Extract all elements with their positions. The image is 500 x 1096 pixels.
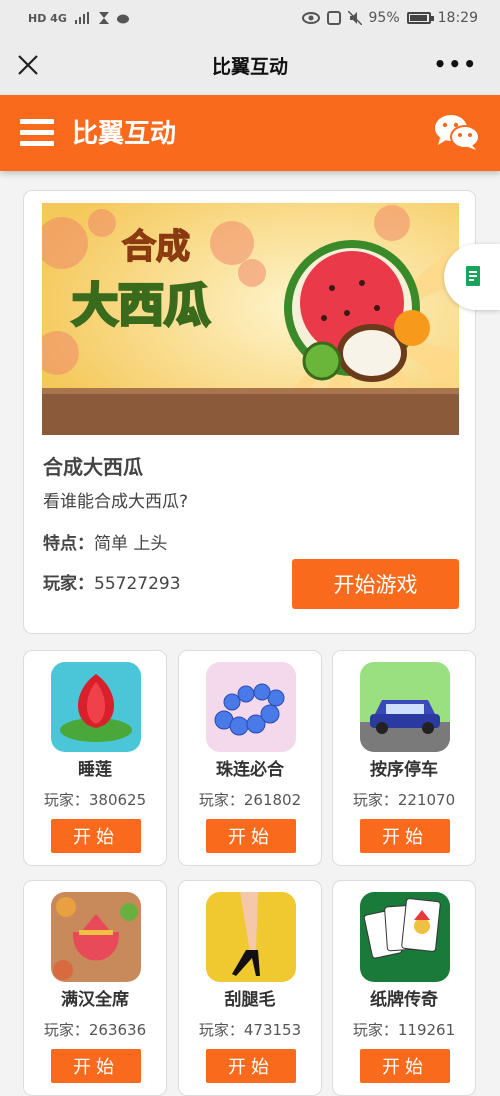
document-icon [466, 266, 480, 286]
hourglass-icon [98, 12, 109, 24]
battery-icon [406, 12, 434, 24]
brand-title: 比翼互动 [72, 119, 177, 149]
featured-game-banner[interactable]: 合成 大西瓜 [42, 203, 459, 435]
featured-game-name: 合成大西瓜 [43, 455, 143, 479]
game-card-4[interactable]: 刮腿毛 玩家：473153 开始 [178, 880, 322, 1096]
battery-percent: 95% [368, 10, 400, 26]
clock: 18:29 [437, 10, 478, 26]
game-name: 珠连必合 [216, 760, 284, 780]
close-icon[interactable] [14, 51, 42, 79]
menu-icon[interactable] [20, 119, 54, 147]
banner-text-2: 大西瓜 [72, 278, 210, 332]
eye-icon [301, 12, 320, 24]
game-players: 玩家：221070 [352, 791, 456, 809]
network-indicator: HD 4G [28, 11, 67, 25]
nfc-icon [326, 11, 341, 25]
status-right: 95% 18:29 [301, 10, 478, 26]
game-players: 玩家：263636 [43, 1021, 147, 1039]
mute-icon [347, 11, 362, 25]
start-game-button[interactable]: 开始游戏 [292, 559, 459, 609]
start-button[interactable]: 开始 [206, 1049, 296, 1083]
game-players: 玩家：261802 [198, 791, 302, 809]
game-card-5[interactable]: 纸牌传奇 玩家：119261 开始 [332, 880, 476, 1096]
players-label: 玩家： [43, 574, 94, 594]
start-button[interactable]: 开始 [206, 819, 296, 853]
card-game-icon[interactable] [360, 892, 450, 982]
signal-icon [74, 12, 89, 24]
features-label: 特点： [43, 534, 94, 554]
watermelon-banner-image: 合成 大西瓜 [42, 203, 459, 435]
start-button[interactable]: 开始 [360, 819, 450, 853]
featured-game-players: 玩家：55727293 [43, 569, 181, 594]
game-players: 玩家：473153 [198, 1021, 302, 1039]
game-name: 睡莲 [78, 760, 112, 780]
weibo-icon [116, 14, 129, 24]
game-card-1[interactable]: 珠连必合 玩家：261802 开始 [178, 650, 322, 866]
page-title: 比翼互动 [211, 56, 288, 78]
featured-game-card[interactable]: 合成 大西瓜 合成大西瓜 看谁能合成大西瓜? 特点：简单 上头 玩家：55727… [23, 190, 476, 634]
features-value: 简单 上头 [94, 534, 168, 554]
status-left: HD 4G [28, 12, 131, 25]
wechat-icon[interactable] [434, 113, 480, 151]
game-players: 玩家：380625 [43, 791, 147, 809]
game-name: 满汉全席 [61, 990, 129, 1010]
start-button[interactable]: 开始 [360, 1049, 450, 1083]
featured-game-description: 看谁能合成大西瓜? [43, 492, 189, 512]
game-card-0[interactable]: 睡莲 玩家：380625 开始 [23, 650, 167, 866]
status-bar: HD 4G 95% 18:29 [0, 0, 500, 36]
banner-text-1: 合成 [122, 227, 190, 267]
start-button[interactable]: 开始 [51, 1049, 141, 1083]
floating-side-tab[interactable] [444, 244, 500, 310]
app-header: 比翼互动 [0, 95, 500, 171]
parking-car-icon[interactable] [360, 662, 450, 752]
featured-game-features: 特点：简单 上头 [43, 529, 167, 554]
webview-titlebar: 比翼互动 ••• [0, 36, 500, 95]
start-button[interactable]: 开始 [51, 819, 141, 853]
game-name: 刮腿毛 [224, 990, 276, 1010]
game-card-3[interactable]: 满汉全席 玩家：263636 开始 [23, 880, 167, 1096]
game-name: 按序停车 [370, 760, 438, 780]
game-card-2[interactable]: 按序停车 玩家：221070 开始 [332, 650, 476, 866]
feast-bag-icon[interactable] [51, 892, 141, 982]
players-value: 55727293 [94, 574, 181, 594]
game-name: 纸牌传奇 [370, 990, 438, 1010]
more-icon[interactable]: ••• [434, 52, 478, 76]
leg-shaving-icon[interactable] [206, 892, 296, 982]
pearl-chain-icon[interactable] [206, 662, 296, 752]
water-lily-icon[interactable] [51, 662, 141, 752]
game-players: 玩家：119261 [352, 1021, 456, 1039]
